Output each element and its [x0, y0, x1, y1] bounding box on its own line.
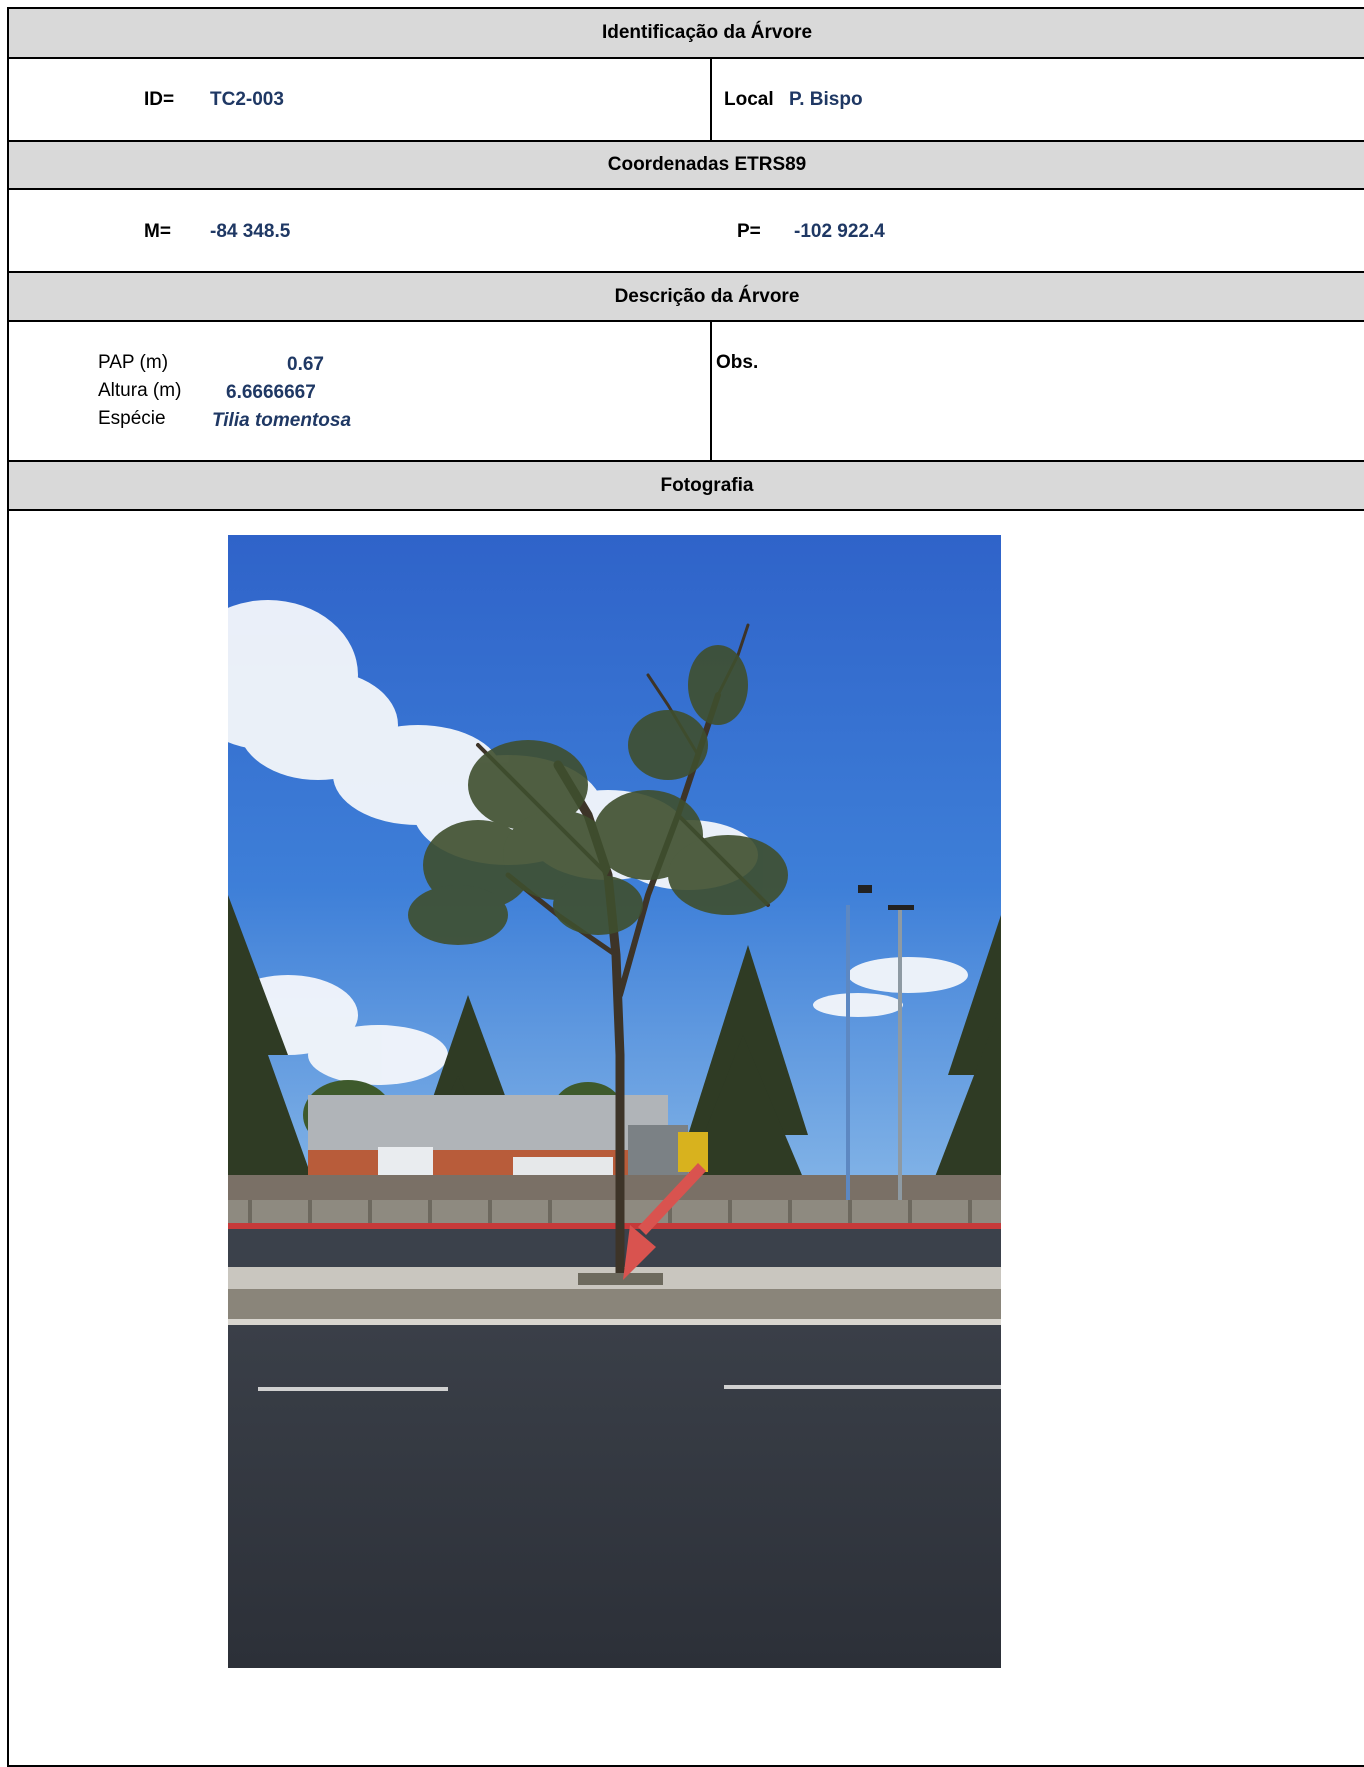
upper-road [228, 1229, 1001, 1267]
tree-photograph [228, 535, 1001, 1668]
tree-pit [578, 1273, 663, 1285]
identification-header-title: Identificação da Árvore [601, 22, 813, 43]
description-header: Descrição da Árvore [9, 273, 1364, 322]
fence [228, 1200, 1001, 1225]
tree-record-sheet: Identificação da Árvore ID= TC2-003 Loca… [7, 7, 1364, 1767]
lane-marking [724, 1385, 1001, 1389]
m-value: -84 348.5 [210, 221, 291, 242]
light-pole [898, 910, 902, 1230]
altura-value: 6.6666667 [226, 382, 316, 403]
id-label: ID= [144, 89, 175, 110]
local-value: P. Bispo [789, 89, 863, 110]
local-label: Local [724, 89, 774, 110]
m-label: M= [144, 221, 171, 242]
description-header-title: Descrição da Árvore [614, 285, 800, 307]
id-value: TC2-003 [210, 89, 284, 110]
description-row: PAP (m) 0.67 Altura (m) 6.6666667 Espéci… [9, 322, 1364, 462]
column-divider [710, 59, 712, 140]
crane-yellow [678, 1132, 708, 1172]
altura-label: Altura (m) [98, 380, 182, 401]
red-curb [228, 1223, 1001, 1229]
light-pole [846, 905, 850, 1225]
p-label: P= [737, 221, 761, 242]
coordinates-header-title: Coordenadas ETRS89 [607, 154, 807, 175]
p-value: -102 922.4 [794, 221, 885, 242]
identification-header: Identificação da Árvore [9, 9, 1364, 59]
obs-label: Obs. [716, 352, 759, 373]
column-divider [710, 322, 712, 460]
especie-label: Espécie [98, 408, 166, 429]
photo-header: Fotografia [9, 462, 1364, 511]
coordinates-header: Coordenadas ETRS89 [9, 142, 1364, 190]
pap-label: PAP (m) [98, 352, 169, 373]
photo-header-title: Fotografia [660, 474, 754, 496]
identification-row: ID= TC2-003 Local P. Bispo [9, 59, 1364, 142]
median-curb [228, 1289, 1001, 1319]
pap-value: 0.67 [287, 354, 324, 375]
especie-value: Tilia tomentosa [212, 410, 352, 431]
lower-road [228, 1325, 1001, 1668]
coordinates-row: M= -84 348.5 P= -102 922.4 [9, 190, 1364, 273]
lane-marking [258, 1387, 448, 1391]
